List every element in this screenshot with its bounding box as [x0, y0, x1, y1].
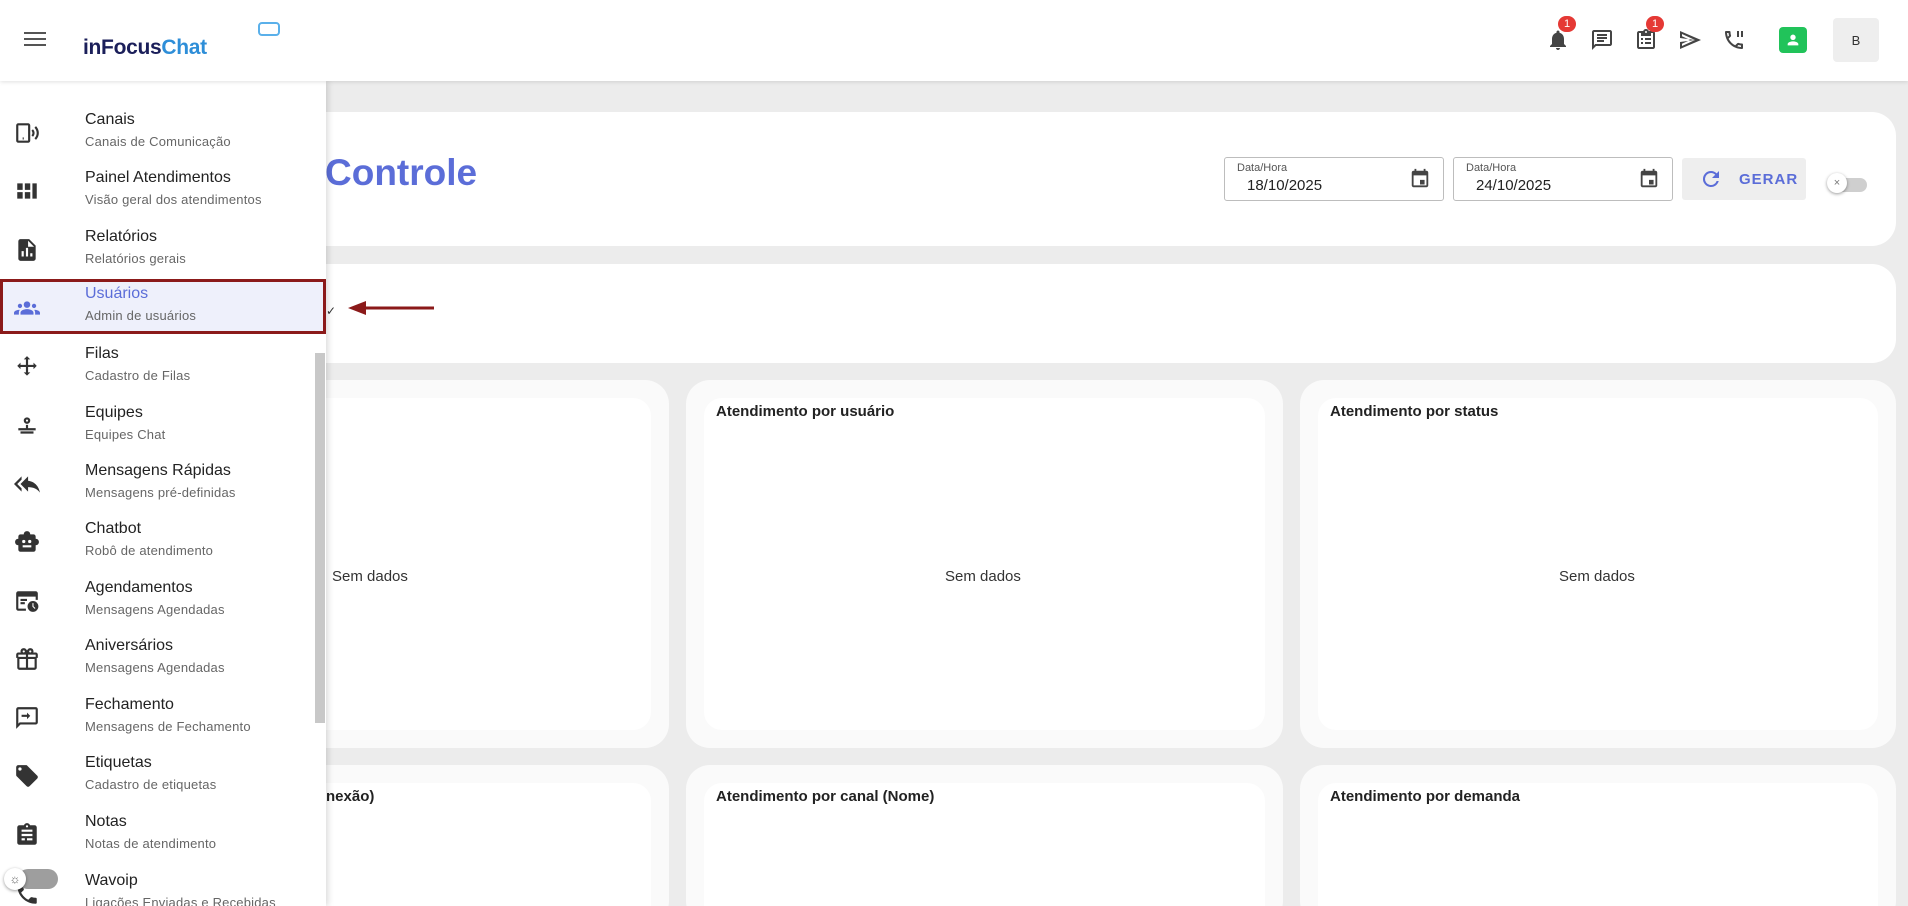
chart-card-user: Atendimento por usuário Sem dados: [686, 380, 1283, 748]
sidebar-item-aniversarios[interactable]: Aniversários Mensagens Agendadas: [0, 631, 326, 686]
annotation-arrow: [348, 301, 434, 315]
logo-chat-bubble-icon: [258, 22, 280, 36]
page-title: Controle: [325, 152, 478, 193]
generate-button[interactable]: GERAR: [1682, 158, 1806, 200]
report-icon: [14, 237, 40, 263]
sidebar-item-agendamentos[interactable]: Agendamentos Mensagens Agendadas: [0, 573, 326, 628]
refresh-icon: [1702, 170, 1719, 187]
sun-icon: ☼: [4, 868, 26, 890]
sidebar-item-relatorios[interactable]: Relatórios Relatórios gerais: [0, 222, 326, 277]
calendar-icon[interactable]: [1638, 168, 1660, 190]
app-logo[interactable]: inFocus Chat: [83, 22, 280, 60]
theme-toggle[interactable]: ☼: [4, 868, 58, 890]
no-data-text: Sem dados: [945, 568, 1021, 585]
sidebar-scrollbar[interactable]: [315, 353, 325, 723]
sidebar-item-chatbot[interactable]: Chatbot Robô de atendimento: [0, 514, 326, 569]
sidebar-item-notas[interactable]: Notas Notas de atendimento: [0, 807, 326, 862]
team-icon: [14, 413, 40, 439]
top-app-bar: inFocus Chat 1 1 B: [0, 0, 1908, 81]
filter-card: [280, 264, 1896, 363]
sidebar-item-painel[interactable]: Painel Atendimentos Visão geral dos aten…: [0, 163, 326, 218]
notifications-badge: 1: [1558, 16, 1576, 32]
date-to-label: Data/Hora: [1466, 162, 1517, 174]
contact-button[interactable]: [1779, 27, 1807, 53]
schedule-icon: [14, 588, 40, 614]
reply-all-icon: [14, 471, 40, 497]
check-icon: ✓: [326, 304, 337, 318]
toggle-switch[interactable]: ×: [1827, 173, 1867, 195]
chart-title: nexão): [326, 788, 375, 805]
generate-label: GERAR: [1739, 170, 1799, 188]
chat-icon[interactable]: [1584, 22, 1620, 58]
sidebar-item-fechamento[interactable]: Fechamento Mensagens de Fechamento: [0, 690, 326, 745]
dashboard-icon: [14, 178, 40, 204]
chart-card-1: Sem dados: [280, 380, 669, 748]
calendar-icon[interactable]: [1409, 168, 1431, 190]
users-icon: [14, 294, 40, 320]
chart-card-status: Atendimento por status Sem dados: [1300, 380, 1896, 748]
close-message-icon: [14, 705, 40, 731]
sidebar-item-etiquetas[interactable]: Etiquetas Cadastro de etiquetas: [0, 748, 326, 803]
queue-icon: [14, 354, 40, 380]
chart-title: Atendimento por demanda: [1330, 788, 1521, 805]
avatar[interactable]: B: [1833, 18, 1879, 62]
phone-call-icon[interactable]: [1716, 22, 1752, 58]
send-icon[interactable]: [1672, 22, 1708, 58]
tag-icon: [14, 763, 40, 789]
robot-icon: [14, 529, 40, 555]
date-from-label: Data/Hora: [1237, 162, 1288, 174]
no-data-text: Sem dados: [1559, 568, 1635, 585]
sidebar: Canais Canais de Comunicação Painel Aten…: [0, 81, 326, 906]
chart-card-demand: Atendimento por demanda: [1300, 765, 1896, 906]
sidebar-item-mensagens-rapidas[interactable]: Mensagens Rápidas Mensagens pré-definida…: [0, 456, 326, 511]
chart-card-channel: Atendimento por canal (Nome): [686, 765, 1283, 906]
chart-title: Atendimento por status: [1330, 403, 1499, 420]
person-icon: [1787, 34, 1799, 46]
date-to-field[interactable]: Data/Hora 24/10/2025: [1453, 157, 1673, 201]
no-data-text: Sem dados: [332, 568, 408, 585]
date-from-value: 18/10/2025: [1247, 177, 1323, 194]
menu-icon[interactable]: [22, 28, 50, 50]
notifications-icon[interactable]: 1: [1540, 16, 1576, 58]
date-to-value: 24/10/2025: [1476, 177, 1552, 194]
sidebar-item-equipes[interactable]: Equipes Equipes Chat: [0, 398, 326, 453]
gift-icon: [14, 646, 40, 672]
tasks-badge: 1: [1646, 16, 1664, 32]
chart-card-4: nexão): [280, 765, 669, 906]
sidebar-item-canais[interactable]: Canais Canais de Comunicação: [0, 105, 326, 160]
tasks-icon[interactable]: 1: [1628, 16, 1664, 58]
notes-icon: [14, 822, 40, 848]
chart-title: Atendimento por usuário: [716, 403, 895, 420]
chart-title: Atendimento por canal (Nome): [716, 788, 935, 805]
date-from-field[interactable]: Data/Hora 18/10/2025: [1224, 157, 1444, 201]
sidebar-item-usuarios[interactable]: Usuários Admin de usuários: [0, 279, 326, 334]
sidebar-item-filas[interactable]: Filas Cadastro de Filas: [0, 339, 326, 394]
close-icon: ×: [1827, 173, 1847, 193]
channels-icon: [14, 120, 40, 146]
